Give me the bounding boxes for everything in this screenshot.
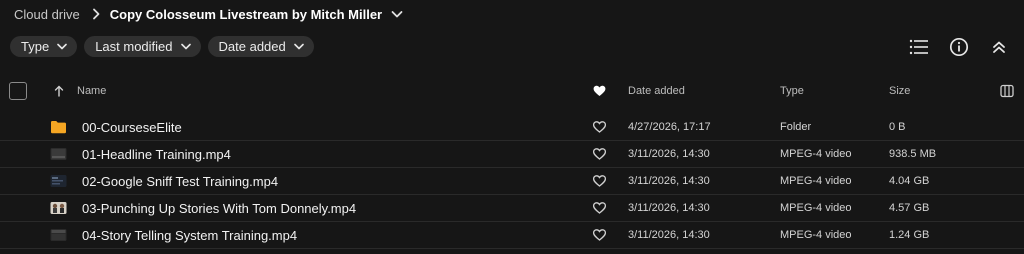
file-name[interactable]: 04-Story Telling System Training.mp4: [82, 222, 297, 248]
column-settings-icon[interactable]: [1000, 78, 1014, 104]
column-header-size[interactable]: Size: [889, 78, 910, 104]
column-header-date-added[interactable]: Date added: [628, 78, 685, 104]
file-name[interactable]: 01-Headline Training.mp4: [82, 141, 231, 167]
file-name[interactable]: 03-Punching Up Stories With Tom Donnely.…: [82, 195, 356, 221]
table-row[interactable]: 01-Headline Training.mp4 3/11/2026, 14:3…: [0, 141, 1024, 168]
table-row[interactable]: 03-Punching Up Stories With Tom Donnely.…: [0, 195, 1024, 222]
file-type: MPEG-4 video: [780, 229, 852, 241]
date-added: 3/11/2026, 14:30: [628, 229, 710, 241]
date-added: 3/11/2026, 14:30: [628, 148, 710, 160]
chevron-down-icon[interactable]: [391, 10, 403, 18]
select-all-checkbox[interactable]: [9, 82, 27, 100]
video-thumbnail-icon: [50, 168, 67, 194]
view-actions: [908, 36, 1010, 58]
table-row[interactable]: 02-Google Sniff Test Training.mp4 3/11/2…: [0, 168, 1024, 195]
file-type: MPEG-4 video: [780, 202, 852, 214]
file-name[interactable]: 00-CourseseElite: [82, 114, 182, 140]
file-size: 1.24 GB: [889, 229, 930, 241]
file-size: 4.57 GB: [889, 202, 930, 214]
chevron-down-icon: [293, 43, 304, 50]
collapse-icon[interactable]: [988, 36, 1010, 58]
filter-bar: Type Last modified Date added: [10, 36, 314, 57]
list-view-icon[interactable]: [908, 36, 930, 58]
file-list: 00-CourseseElite 4/27/2026, 17:17 Folder…: [0, 114, 1024, 249]
favourite-heart-icon[interactable]: [593, 114, 606, 140]
file-type: MPEG-4 video: [780, 148, 852, 160]
column-header-name[interactable]: Name: [77, 78, 106, 104]
filter-last-modified-button[interactable]: Last modified: [84, 36, 201, 57]
filter-type-label: Type: [21, 39, 50, 54]
breadcrumb-current: Copy Colosseum Livestream by Mitch Mille…: [109, 6, 383, 22]
date-added: 3/11/2026, 14:30: [628, 202, 710, 214]
chevron-down-icon: [57, 43, 67, 50]
favourite-heart-icon[interactable]: [593, 195, 606, 221]
chevron-right-icon: [92, 8, 100, 20]
favourite-heart-icon[interactable]: [593, 168, 606, 194]
video-thumbnail-icon: [50, 222, 67, 248]
filter-last-modified-label: Last modified: [95, 39, 173, 54]
file-type: Folder: [780, 121, 812, 133]
table-header: Name Date added Type Size: [0, 78, 1024, 104]
video-thumbnail-icon: [50, 141, 67, 167]
table-row[interactable]: 00-CourseseElite 4/27/2026, 17:17 Folder…: [0, 114, 1024, 141]
file-size: 0 B: [889, 121, 906, 133]
video-thumbnail-icon: [50, 195, 67, 221]
favourite-heart-icon[interactable]: [593, 141, 606, 167]
filter-date-added-label: Date added: [218, 39, 286, 54]
table-row[interactable]: 04-Story Telling System Training.mp4 3/1…: [0, 222, 1024, 249]
sort-ascending-icon[interactable]: [54, 78, 64, 104]
favourite-column-heart-icon[interactable]: [593, 78, 606, 104]
file-size: 4.04 GB: [889, 175, 930, 187]
breadcrumb-root[interactable]: Cloud drive: [14, 7, 80, 22]
column-header-type[interactable]: Type: [780, 78, 804, 104]
file-name[interactable]: 02-Google Sniff Test Training.mp4: [82, 168, 278, 194]
date-added: 3/11/2026, 14:30: [628, 175, 710, 187]
filter-date-added-button[interactable]: Date added: [207, 36, 314, 57]
breadcrumb: Cloud drive Copy Colosseum Livestream by…: [14, 5, 403, 23]
favourite-heart-icon[interactable]: [593, 222, 606, 248]
file-type: MPEG-4 video: [780, 175, 852, 187]
chevron-down-icon: [180, 43, 191, 50]
date-added: 4/27/2026, 17:17: [628, 121, 711, 133]
filter-type-button[interactable]: Type: [10, 36, 78, 57]
folder-icon: [50, 114, 67, 140]
file-size: 938.5 MB: [889, 148, 937, 160]
info-icon[interactable]: [948, 36, 970, 58]
